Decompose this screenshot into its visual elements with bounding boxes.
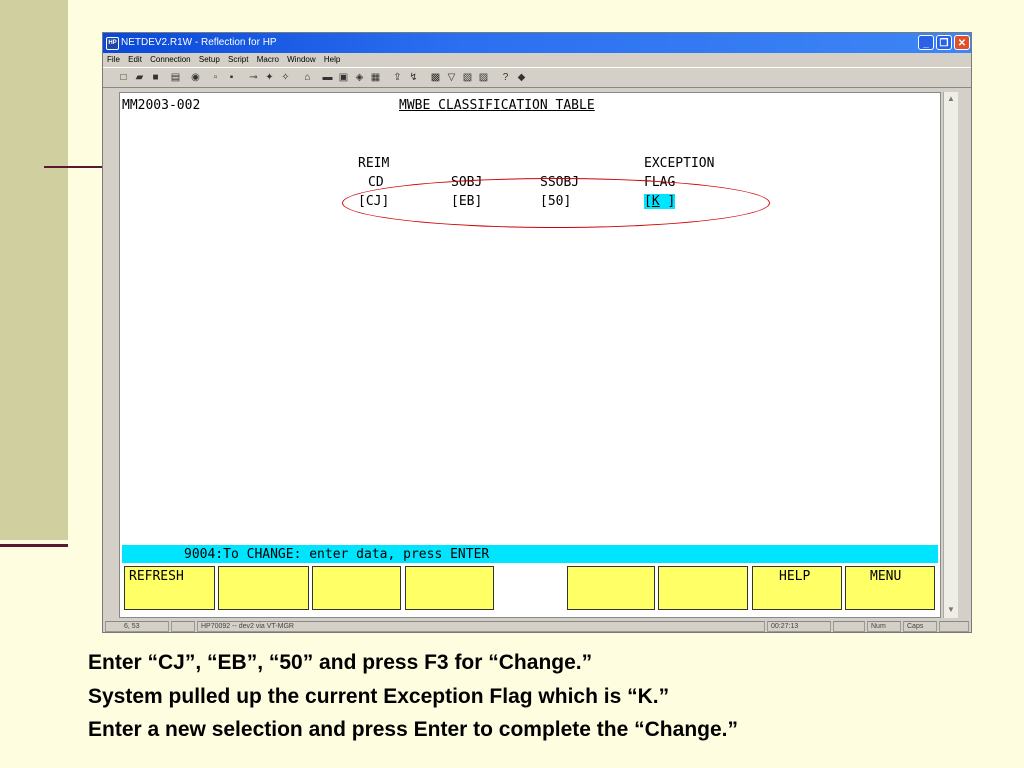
app-icon: HP	[106, 37, 119, 50]
status-time: 00:27:13	[767, 621, 831, 632]
keyboard-icon[interactable]: ▬	[321, 72, 334, 83]
scroll-up-icon[interactable]: ▲	[945, 93, 957, 105]
slide-side-bar	[0, 0, 68, 540]
slide-rule-top	[44, 166, 106, 168]
paste-icon[interactable]: ▪	[225, 72, 238, 83]
save-icon[interactable]: ■	[149, 72, 162, 83]
col-exception-header: EXCEPTION	[644, 156, 715, 171]
message-text: 9004:To CHANGE: enter data, press ENTER	[184, 547, 490, 562]
status-bar: 6, 53 HP70092 -- dev2 via VT-MGR 00:27:1…	[103, 620, 971, 633]
disconnect-icon[interactable]: ✦	[263, 72, 276, 83]
tools-icon[interactable]: ▦	[369, 72, 382, 83]
status-cursor-position: 6, 53	[105, 621, 169, 632]
menu-file[interactable]: File	[107, 55, 120, 64]
f6-key[interactable]	[567, 566, 655, 610]
terminal-screen[interactable]: MM2003-002 MWBE CLASSIFICATION TABLE REI…	[119, 92, 941, 618]
f4-key[interactable]	[405, 566, 494, 610]
status-empty-cell-2	[833, 621, 865, 632]
find-icon[interactable]: ◉	[189, 72, 202, 83]
minimize-button[interactable]: _	[918, 35, 934, 50]
toolbar: □ ▰ ■ ▤ ◉ ▫ ▪ ⊸ ✦ ✧ ⌂ ▬ ▣ ◈ ▦ ⇪ ↯ ▩ ▽ ▧ …	[103, 67, 971, 88]
close-button[interactable]: ✕	[954, 35, 970, 50]
menu-macro[interactable]: Macro	[257, 55, 279, 64]
caption-line-3: Enter a new selection and press Enter to…	[88, 718, 738, 741]
terminal-icon[interactable]: ▣	[337, 72, 350, 83]
screen-title: MWBE CLASSIFICATION TABLE	[399, 98, 595, 113]
macro-icon[interactable]: ▩	[429, 72, 442, 83]
f9-menu-key[interactable]: MENU	[845, 566, 935, 610]
menu-help[interactable]: Help	[324, 55, 340, 64]
menu-connection[interactable]: Connection	[150, 55, 190, 64]
window-title: NETDEV2.R1W - Reflection for HP	[121, 37, 277, 48]
f3-change-key[interactable]	[312, 566, 401, 610]
f1-refresh-key[interactable]: REFRESH	[124, 566, 215, 610]
title-bar[interactable]: HP NETDEV2.R1W - Reflection for HP _ ❐ ✕	[103, 33, 971, 53]
connect-icon[interactable]: ⊸	[247, 72, 260, 83]
status-host: HP70092 -- dev2 via VT-MGR	[197, 621, 765, 632]
window-icon[interactable]: ▧	[461, 72, 474, 83]
restore-button[interactable]: ❐	[936, 35, 952, 50]
status-caps: Caps	[903, 621, 937, 632]
info-icon[interactable]: ◆	[515, 72, 528, 83]
grid-icon[interactable]: ▨	[477, 72, 490, 83]
download-icon[interactable]: ↯	[407, 72, 420, 83]
open-icon[interactable]: ▰	[133, 72, 146, 83]
record-icon[interactable]: ▽	[445, 72, 458, 83]
status-empty-cell-3	[939, 621, 969, 632]
menu-bar: File Edit Connection Setup Script Macro …	[103, 53, 971, 67]
f8-help-key[interactable]: HELP	[752, 566, 842, 610]
display-icon[interactable]: ◈	[353, 72, 366, 83]
menu-setup[interactable]: Setup	[199, 55, 220, 64]
menu-script[interactable]: Script	[228, 55, 248, 64]
copy-icon[interactable]: ▫	[209, 72, 222, 83]
caption-line-2: System pulled up the current Exception F…	[88, 685, 670, 708]
settings-icon[interactable]: ⌂	[301, 72, 314, 83]
help-icon[interactable]: ?	[499, 72, 512, 83]
status-num: Num	[867, 621, 901, 632]
status-empty-cell	[171, 621, 195, 632]
upload-icon[interactable]: ⇪	[391, 72, 404, 83]
reflection-window: HP NETDEV2.R1W - Reflection for HP _ ❐ ✕…	[102, 32, 972, 633]
print-icon[interactable]: ▤	[169, 72, 182, 83]
highlight-ellipse	[342, 178, 770, 228]
new-icon[interactable]: □	[117, 72, 130, 83]
col-reim-header: REIM	[358, 156, 390, 171]
message-bar: 9004:To CHANGE: enter data, press ENTER	[122, 545, 938, 563]
f5-blank-key	[497, 566, 564, 610]
f2-key[interactable]	[218, 566, 309, 610]
caption-line-1: Enter “CJ”, “EB”, “50” and press F3 for …	[88, 651, 593, 674]
transfer-icon[interactable]: ✧	[279, 72, 292, 83]
vertical-scrollbar[interactable]: ▲ ▼	[943, 92, 958, 618]
f7-key[interactable]	[658, 566, 748, 610]
slide-rule-bottom	[0, 544, 68, 547]
menu-edit[interactable]: Edit	[128, 55, 142, 64]
menu-window[interactable]: Window	[287, 55, 315, 64]
scroll-down-icon[interactable]: ▼	[945, 604, 957, 616]
screen-id: MM2003-002	[122, 98, 201, 113]
